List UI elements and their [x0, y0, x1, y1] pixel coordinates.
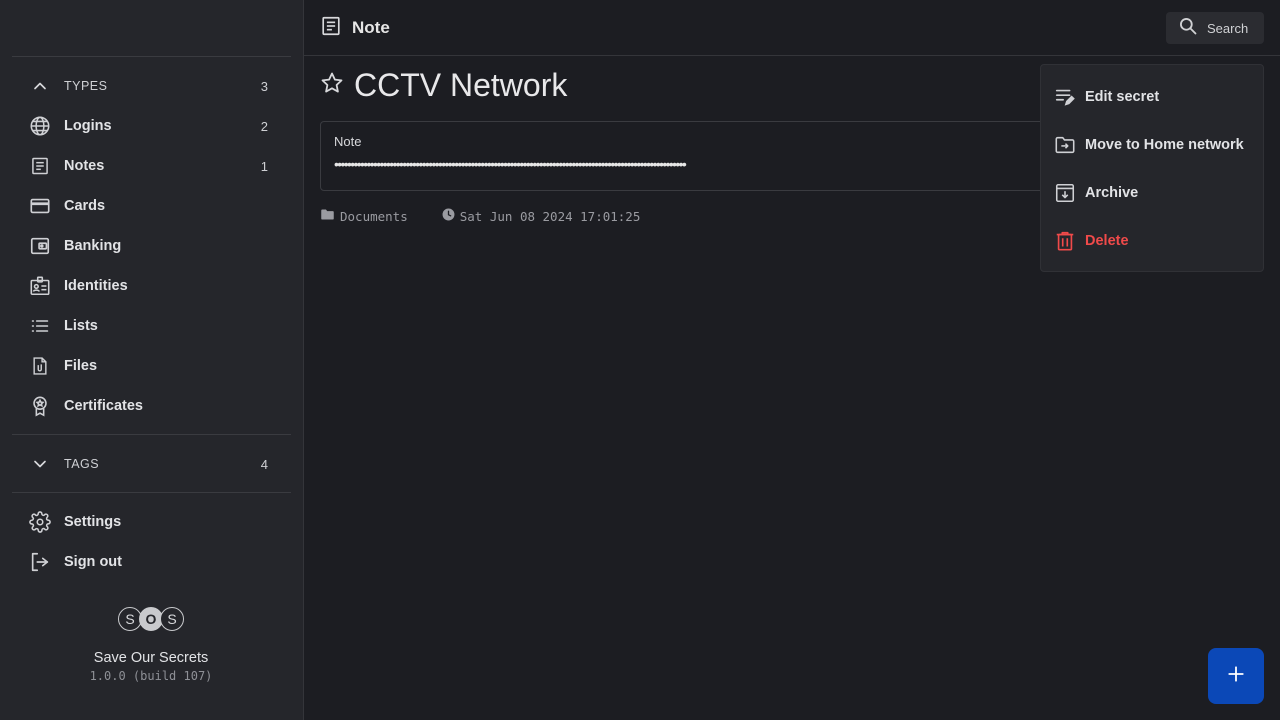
certificate-icon: [28, 394, 52, 418]
main-header: Note Search: [304, 0, 1280, 56]
sign-out-label: Sign out: [64, 554, 122, 570]
note-icon: [320, 15, 342, 42]
delete-label: Delete: [1085, 233, 1129, 249]
tags-count: 4: [260, 456, 268, 472]
secret-title: CCTV Network: [354, 66, 568, 103]
sidebar-item-banking[interactable]: Banking: [28, 234, 268, 258]
archive-label: Archive: [1085, 185, 1139, 201]
sidebar-item-logins[interactable]: Logins 2: [28, 114, 268, 138]
move-to-folder-menu-item[interactable]: Move to Home network: [1054, 133, 1254, 157]
tags-label: TAGS: [64, 457, 100, 471]
sidebar-item-certificates[interactable]: Certificates: [28, 394, 268, 418]
logo-letter: S: [160, 607, 184, 631]
secret-actions-menu: Edit secret Move to Home network Archive…: [1040, 64, 1264, 272]
credit-card-icon: [28, 194, 52, 218]
archive-icon: [1054, 182, 1076, 204]
search-label: Search: [1207, 20, 1249, 36]
add-secret-button[interactable]: [1208, 648, 1264, 704]
gear-icon: [28, 510, 52, 534]
sidebar-item-settings[interactable]: Settings: [28, 510, 268, 534]
page-title-label: Note: [352, 18, 390, 37]
sidebar-item-label: Lists: [64, 318, 98, 334]
secret-meta: Documents Sat Jun 08 2024 17:01:25: [320, 207, 640, 225]
sidebar-item-sign-out[interactable]: Sign out: [28, 550, 268, 574]
note-icon: [28, 154, 52, 178]
list-icon: [28, 314, 52, 338]
note-field-value: ••••••••••••••••••••••••••••••••••••••••…: [334, 156, 687, 172]
chevron-down-icon: [28, 452, 52, 476]
sidebar-item-count: 1: [260, 158, 268, 174]
app-version: 1.0.0 (build 107): [89, 669, 213, 683]
sidebar-item-identities[interactable]: Identities: [28, 274, 268, 298]
sidebar-item-label: Files: [64, 358, 98, 374]
edit-list-icon: [1054, 86, 1076, 108]
settings-label: Settings: [64, 514, 122, 530]
secret-heading: CCTV Network: [320, 64, 567, 106]
types-count: 3: [260, 78, 268, 94]
folder-move-icon: [1054, 134, 1076, 156]
sidebar-item-lists[interactable]: Lists: [28, 314, 268, 338]
page-title: Note: [320, 16, 390, 40]
sidebar-divider: [12, 434, 291, 435]
id-badge-icon: [28, 274, 52, 298]
chevron-up-icon: [28, 74, 52, 98]
sidebar-item-files[interactable]: Files: [28, 354, 268, 378]
note-field-label: Note: [334, 134, 362, 149]
trash-icon: [1054, 230, 1076, 252]
timestamp: Sat Jun 08 2024 17:01:25: [442, 208, 641, 224]
folder-icon: [320, 207, 335, 225]
globe-icon: [28, 114, 52, 138]
sidebar: TYPES 3 Logins 2 Notes 1 Cards Banking I…: [0, 0, 304, 720]
sidebar-item-cards[interactable]: Cards: [28, 194, 268, 218]
sidebar-item-label: Notes: [64, 158, 105, 174]
edit-secret-menu-item[interactable]: Edit secret: [1054, 85, 1254, 109]
wallet-icon: [28, 234, 52, 258]
types-label: TYPES: [64, 79, 108, 93]
folder-link[interactable]: Documents: [320, 207, 408, 225]
sidebar-item-count: 2: [260, 118, 268, 134]
folder-name: Documents: [340, 208, 408, 224]
app-logo: S O S: [118, 606, 184, 632]
clock-icon: [442, 208, 455, 224]
star-icon[interactable]: [320, 71, 344, 100]
search-button[interactable]: Search: [1166, 12, 1264, 44]
archive-menu-item[interactable]: Archive: [1054, 181, 1254, 205]
delete-menu-item[interactable]: Delete: [1054, 229, 1254, 253]
sidebar-item-label: Certificates: [64, 398, 143, 414]
search-icon: [1178, 16, 1198, 41]
types-section-toggle[interactable]: TYPES 3: [28, 74, 268, 98]
sidebar-divider: [12, 56, 291, 57]
move-to-folder-label: Move to Home network: [1085, 137, 1244, 153]
file-attachment-icon: [28, 354, 52, 378]
sidebar-item-label: Cards: [64, 198, 106, 214]
sidebar-divider: [12, 492, 291, 493]
note-field[interactable]: Note •••••••••••••••••••••••••••••••••••…: [320, 121, 1080, 191]
app-name: Save Our Secrets: [93, 650, 209, 666]
sign-out-icon: [28, 550, 52, 574]
timestamp-text: Sat Jun 08 2024 17:01:25: [459, 208, 641, 224]
sidebar-item-notes[interactable]: Notes 1: [28, 154, 268, 178]
edit-secret-label: Edit secret: [1085, 89, 1160, 105]
sidebar-item-label: Banking: [64, 238, 122, 254]
tags-section-toggle[interactable]: TAGS 4: [28, 452, 268, 476]
sidebar-item-label: Identities: [64, 278, 128, 294]
sidebar-item-label: Logins: [64, 118, 112, 134]
plus-icon: [1227, 665, 1245, 688]
